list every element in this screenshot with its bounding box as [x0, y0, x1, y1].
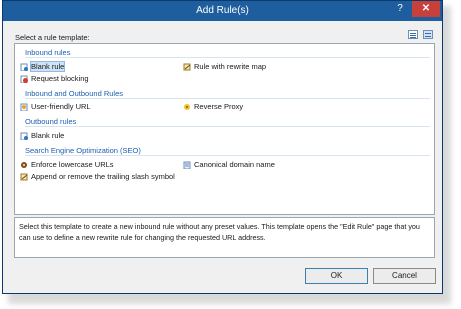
user-friendly-url-icon	[20, 103, 28, 111]
group-header-inbound-outbound: Inbound and Outbound Rules	[25, 89, 123, 98]
tile-view-button[interactable]	[423, 30, 433, 39]
rule-template-list[interactable]: Inbound rules Blank rule Rule with rewri…	[14, 43, 435, 215]
select-template-label: Select a rule template:	[15, 33, 90, 42]
blank-rule-icon	[20, 132, 28, 140]
canonical-domain-icon	[183, 161, 191, 169]
template-label: Canonical domain name	[194, 160, 275, 169]
template-label: User-friendly URL	[31, 102, 91, 111]
cancel-button[interactable]: Cancel	[373, 268, 436, 284]
group-divider	[25, 98, 430, 99]
blank-rule-icon	[20, 63, 28, 71]
template-label: Blank rule	[31, 131, 65, 140]
lowercase-urls-icon	[20, 161, 28, 169]
rewrite-map-icon	[183, 63, 191, 71]
template-trailing-slash[interactable]: Append or remove the trailing slash symb…	[20, 171, 175, 182]
template-request-blocking[interactable]: Request blocking	[20, 73, 89, 84]
template-label: Append or remove the trailing slash symb…	[31, 172, 175, 181]
group-header-seo: Search Engine Optimization (SEO)	[25, 146, 141, 155]
template-outbound-blank-rule[interactable]: Blank rule	[20, 130, 64, 141]
group-divider	[25, 126, 430, 127]
title-bar: Add Rule(s) ? ✕	[3, 1, 442, 21]
add-rules-dialog: Add Rule(s) ? ✕ Select a rule template: …	[2, 0, 443, 294]
group-header-outbound: Outbound rules	[25, 117, 77, 126]
group-header-inbound: Inbound rules	[25, 48, 71, 57]
dialog-title: Add Rule(s)	[196, 5, 249, 16]
help-button[interactable]: ?	[389, 1, 411, 17]
template-label: Blank rule	[29, 61, 66, 72]
template-reverse-proxy[interactable]: Reverse Proxy	[183, 101, 243, 112]
template-label: Rule with rewrite map	[194, 62, 267, 71]
template-user-friendly-url[interactable]: User-friendly URL	[20, 101, 91, 112]
close-button[interactable]: ✕	[412, 1, 440, 17]
group-divider	[25, 155, 430, 156]
template-enforce-lowercase-urls[interactable]: Enforce lowercase URLs	[20, 159, 114, 170]
template-label: Request blocking	[31, 74, 89, 83]
template-rule-with-rewrite-map[interactable]: Rule with rewrite map	[183, 61, 266, 72]
reverse-proxy-icon	[183, 103, 191, 111]
template-label: Reverse Proxy	[194, 102, 244, 111]
template-canonical-domain-name[interactable]: Canonical domain name	[183, 159, 275, 170]
request-blocking-icon	[20, 75, 28, 83]
template-inbound-blank-rule[interactable]: Blank rule	[20, 61, 66, 72]
group-divider	[25, 57, 430, 58]
template-description: Select this template to create a new inb…	[14, 217, 435, 258]
template-label: Enforce lowercase URLs	[31, 160, 114, 169]
list-view-button[interactable]	[408, 30, 418, 39]
trailing-slash-icon	[20, 173, 28, 181]
ok-button[interactable]: OK	[305, 268, 368, 284]
